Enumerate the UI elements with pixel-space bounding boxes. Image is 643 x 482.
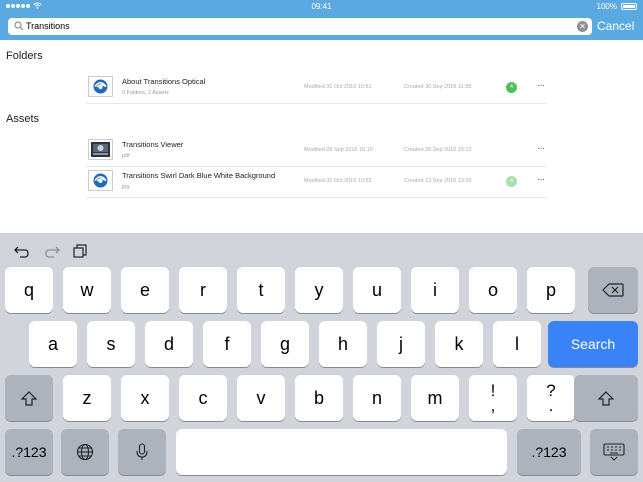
numbers-key-right[interactable]: .?123 (517, 429, 581, 475)
more-options-button[interactable]: ··· (537, 174, 545, 185)
swirl-logo-icon (93, 79, 108, 94)
item-subtitle: jpg (122, 184, 130, 190)
more-options-button[interactable]: ··· (537, 80, 545, 91)
key-w[interactable]: w (63, 267, 111, 313)
status-battery: 100% (597, 2, 637, 11)
search-input[interactable]: Transitions ✕ (8, 18, 592, 35)
backspace-icon (602, 283, 624, 297)
key-g[interactable]: g (261, 321, 309, 367)
item-modified: Modified 28 Sep 2016 16:15 (304, 147, 373, 153)
search-key[interactable]: Search (548, 321, 638, 367)
swirl-logo-icon (93, 173, 108, 188)
list-item[interactable]: Transitions Swirl Dark Blue White Backgr… (86, 166, 547, 198)
shift-key-right[interactable] (574, 375, 638, 421)
item-title: About Transitions Optical (122, 77, 206, 86)
key-x[interactable]: x (121, 375, 169, 421)
key-i[interactable]: i (411, 267, 459, 313)
key-t[interactable]: t (237, 267, 285, 313)
viewer-preview-icon (91, 142, 110, 157)
key-d[interactable]: d (145, 321, 193, 367)
paste-icon[interactable] (73, 244, 87, 258)
key-k[interactable]: k (435, 321, 483, 367)
asset-thumbnail (88, 139, 113, 160)
keyboard-dismiss-icon (603, 443, 625, 461)
redo-icon[interactable] (44, 244, 60, 258)
key-y[interactable]: y (295, 267, 343, 313)
key-f[interactable]: f (203, 321, 251, 367)
comma-label: , (490, 396, 496, 415)
shift-key-left[interactable] (5, 375, 53, 421)
key-m[interactable]: m (411, 375, 459, 421)
more-options-button[interactable]: ··· (537, 143, 545, 154)
item-title: Transitions Viewer (122, 140, 184, 149)
search-icon (14, 21, 24, 31)
cancel-button[interactable]: Cancel (597, 19, 634, 33)
item-modified: Modified 31 Oct 2016 10:55 (304, 178, 372, 184)
key-a[interactable]: a (29, 321, 77, 367)
key-j[interactable]: j (377, 321, 425, 367)
count-badge: 4 (506, 176, 517, 187)
numbers-key-left[interactable]: .?123 (5, 429, 53, 475)
key-p[interactable]: p (527, 267, 575, 313)
status-time: 09:41 (311, 2, 332, 11)
key-question-period[interactable]: ? . (527, 375, 575, 421)
item-modified: Modified 31 Oct 2016 10:51 (304, 84, 372, 90)
key-o[interactable]: o (469, 267, 517, 313)
item-subtitle: pdf (122, 153, 130, 159)
item-created: Created 28 Sep 2016 15:12 (404, 147, 472, 153)
key-n[interactable]: n (353, 375, 401, 421)
key-q[interactable]: q (5, 267, 53, 313)
key-l[interactable]: l (493, 321, 541, 367)
item-subtitle: 0 Folders, 2 Assets (122, 90, 169, 96)
key-e[interactable]: e (121, 267, 169, 313)
dictation-key[interactable] (118, 429, 166, 475)
key-r[interactable]: r (179, 267, 227, 313)
item-title: Transitions Swirl Dark Blue White Backgr… (122, 171, 276, 180)
space-key[interactable] (176, 429, 507, 475)
key-c[interactable]: c (179, 375, 227, 421)
item-created: Created 30 Sep 2016 11:38 (404, 84, 472, 90)
asset-thumbnail (88, 170, 113, 191)
list-item[interactable]: About Transitions Optical 0 Folders, 2 A… (86, 72, 547, 104)
undo-icon[interactable] (14, 244, 30, 258)
globe-icon (76, 443, 94, 461)
key-v[interactable]: v (237, 375, 285, 421)
item-created: Created 13 Sep 2016 13:20 (404, 178, 472, 184)
folder-thumbnail (88, 76, 113, 97)
battery-percent: 100% (596, 2, 617, 11)
microphone-icon (136, 443, 148, 460)
clear-icon[interactable]: ✕ (577, 21, 588, 32)
folders-heading: Folders (6, 50, 43, 62)
period-label: . (548, 396, 554, 415)
key-b[interactable]: b (295, 375, 343, 421)
hide-keyboard-key[interactable] (590, 429, 638, 475)
assets-heading: Assets (6, 113, 40, 125)
delete-key[interactable] (588, 267, 638, 313)
search-query: Transitions (26, 21, 70, 31)
shift-icon (21, 390, 37, 406)
shift-icon (598, 390, 614, 406)
key-u[interactable]: u (353, 267, 401, 313)
globe-key[interactable] (61, 429, 109, 475)
keyboard: q w e r t y u i o p a s d f g h j k l Se… (0, 233, 643, 482)
key-s[interactable]: s (87, 321, 135, 367)
key-h[interactable]: h (319, 321, 367, 367)
top-bar: 09:41 100% Transitions ✕ Cancel (0, 0, 643, 40)
list-item[interactable]: Transitions Viewer pdf Modified 28 Sep 2… (86, 135, 547, 167)
battery-icon (621, 3, 637, 10)
count-badge: 4 (506, 82, 517, 93)
key-exclaim-comma[interactable]: ! , (469, 375, 517, 421)
key-z[interactable]: z (63, 375, 111, 421)
